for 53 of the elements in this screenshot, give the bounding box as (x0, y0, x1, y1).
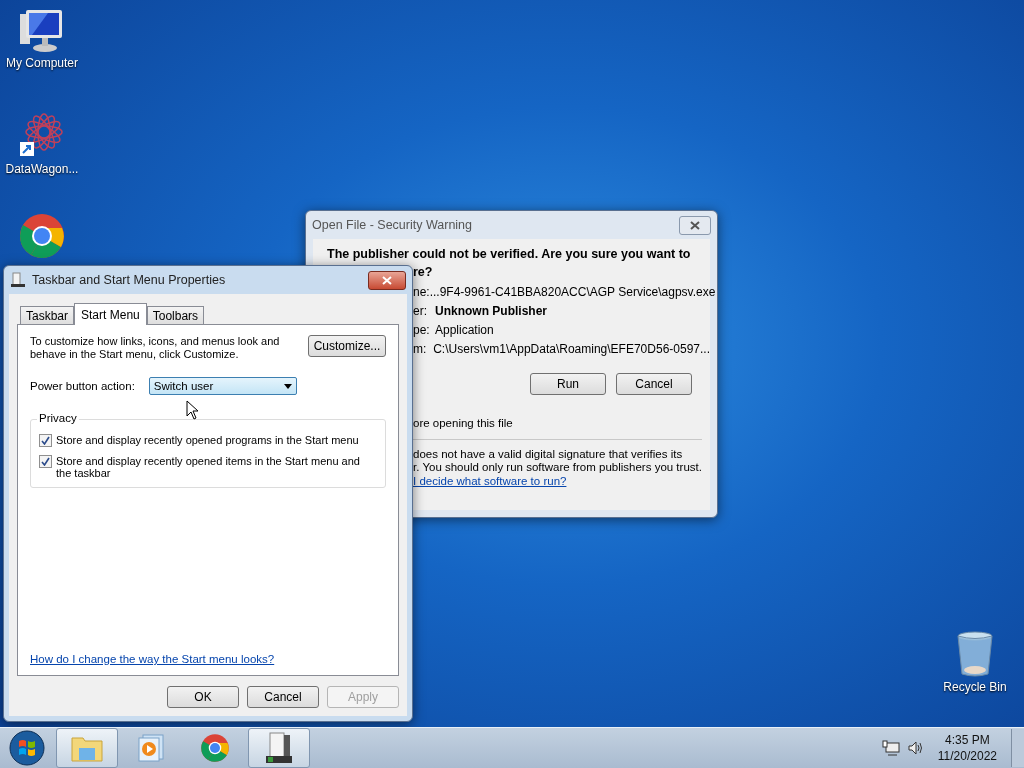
checkbox-label: ore opening this file (413, 417, 513, 429)
checkbox-label: Store and display recently opened items in the Start menu and the taskbar (56, 455, 361, 479)
close-button[interactable] (679, 215, 711, 235)
field-value: C:\Users\vm1\AppData\Roaming\EFE70D56-0597... (433, 341, 710, 356)
warning-message: r. You should only run software from publishers you trust. (413, 461, 702, 473)
close-icon (690, 220, 700, 230)
tab[interactable]: Taskbar (20, 306, 75, 324)
dialog-button[interactable]: Cancel (247, 686, 319, 708)
field-value: Application (435, 322, 494, 337)
chrome-icon[interactable] (200, 733, 230, 763)
icon-label: DataWagon... (5, 162, 79, 176)
clock-date[interactable]: 11/20/2022 (937, 748, 997, 764)
dialog-button[interactable]: Run (530, 373, 606, 395)
window-title: Open File - Security Warning (312, 218, 472, 232)
icon-label: My Computer (6, 56, 78, 70)
mouse-cursor-icon (186, 400, 200, 420)
field-label: m: (413, 341, 428, 356)
field-label: er: (413, 303, 428, 318)
window-title: Taskbar and Start Menu Properties (32, 273, 226, 287)
clock-time[interactable]: 4:35 PM (945, 732, 990, 748)
close-button[interactable] (368, 270, 406, 290)
tab[interactable]: Toolbars (146, 306, 205, 324)
help-link[interactable]: I decide what software to run? (413, 475, 567, 487)
icon-label: Recycle Bin (943, 680, 1007, 694)
tab[interactable]: Start Menu (74, 303, 147, 325)
field-value: Unknown Publisher (435, 303, 547, 318)
customize-button[interactable]: Customize... (308, 335, 386, 357)
group-title: Privacy (37, 412, 79, 424)
field-label: Power button action: (30, 380, 135, 392)
taskbar-button[interactable] (248, 728, 310, 768)
taskbar-properties-icon[interactable] (264, 732, 294, 764)
power-action-dropdown[interactable]: Switch user (148, 377, 297, 395)
field-label: pe: (413, 322, 431, 337)
warning-message: does not have a valid digital signature that verifies its (413, 448, 683, 460)
chrome-icon[interactable] (18, 212, 66, 260)
warning-heading: The publisher could not be verified. Are you sure you want to (327, 247, 691, 261)
taskbar-properties-icon (10, 272, 26, 288)
help-link[interactable]: How do I change the way the Start menu looks? (30, 653, 275, 665)
checkbox[interactable] (39, 434, 52, 447)
field-value: ...9F4-9961-C41BBA820ACC\AGP Service\agpsv.exe (429, 284, 716, 299)
start-button-icon[interactable] (9, 730, 45, 766)
checkbox-label: Store and display recently opened programs in the Start menu (56, 434, 359, 446)
network-icon[interactable] (881, 740, 900, 756)
dialog-button[interactable]: Cancel (616, 373, 692, 395)
description-text: To customize how links, icons, and menus look and behave in the Start menu, click Customize. (30, 335, 281, 361)
volume-icon[interactable] (907, 741, 924, 755)
close-icon (382, 275, 392, 285)
warning-heading: re? (413, 265, 433, 279)
dropdown-arrow-icon (283, 383, 292, 389)
checkbox[interactable] (39, 455, 52, 468)
dialog-button[interactable]: OK (167, 686, 239, 708)
field-label: ne: (413, 284, 430, 299)
recycle-bin-icon[interactable] (955, 630, 995, 678)
